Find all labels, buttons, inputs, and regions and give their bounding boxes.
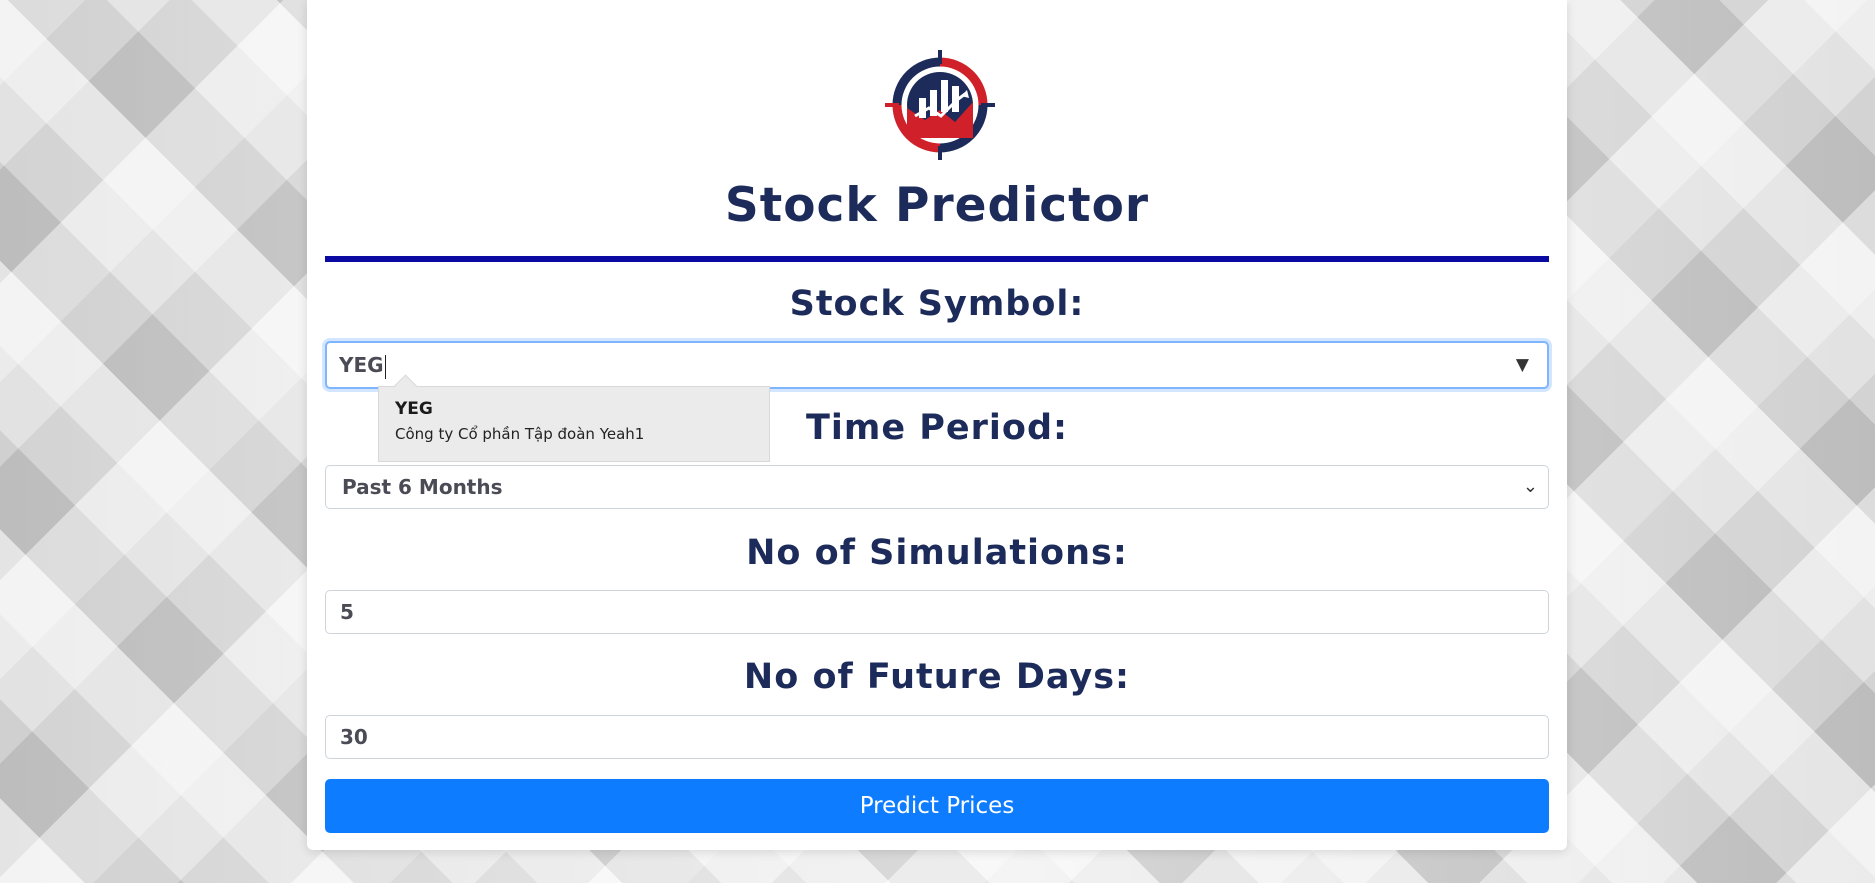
- autocomplete-company-name: Công ty Cổ phần Tập đoàn Yeah1: [395, 425, 645, 443]
- future-days-label: No of Future Days:: [743, 657, 1131, 697]
- chevron-down-icon: ⌄: [1522, 476, 1538, 497]
- predictor-card: Stock Predictor Stock Symbol: YEG ▼ YEG …: [307, 0, 1567, 850]
- simulations-label: No of Simulations:: [746, 533, 1128, 573]
- autocomplete-code: YEG: [395, 399, 433, 419]
- predict-prices-button[interactable]: Predict Prices: [325, 779, 1549, 833]
- stock-chart-logo-icon: [885, 50, 995, 160]
- triangle-down-icon[interactable]: ▼: [1516, 343, 1529, 387]
- stock-symbol-label: Stock Symbol:: [789, 284, 1085, 324]
- time-period-select[interactable]: Past 6 Months ⌄: [325, 465, 1549, 509]
- page-title: Stock Predictor: [724, 178, 1150, 233]
- text-cursor: [384, 354, 386, 379]
- stock-symbol-value: YEG: [339, 353, 384, 377]
- simulations-value: 5: [340, 600, 354, 624]
- simulations-input[interactable]: 5: [325, 590, 1549, 634]
- autocomplete-item[interactable]: YEG Công ty Cổ phần Tập đoàn Yeah1: [378, 386, 770, 462]
- title-divider: [325, 256, 1549, 262]
- future-days-value: 30: [340, 725, 368, 749]
- stock-symbol-input[interactable]: YEG ▼: [325, 341, 1549, 389]
- future-days-input[interactable]: 30: [325, 715, 1549, 759]
- time-period-value: Past 6 Months: [342, 475, 503, 499]
